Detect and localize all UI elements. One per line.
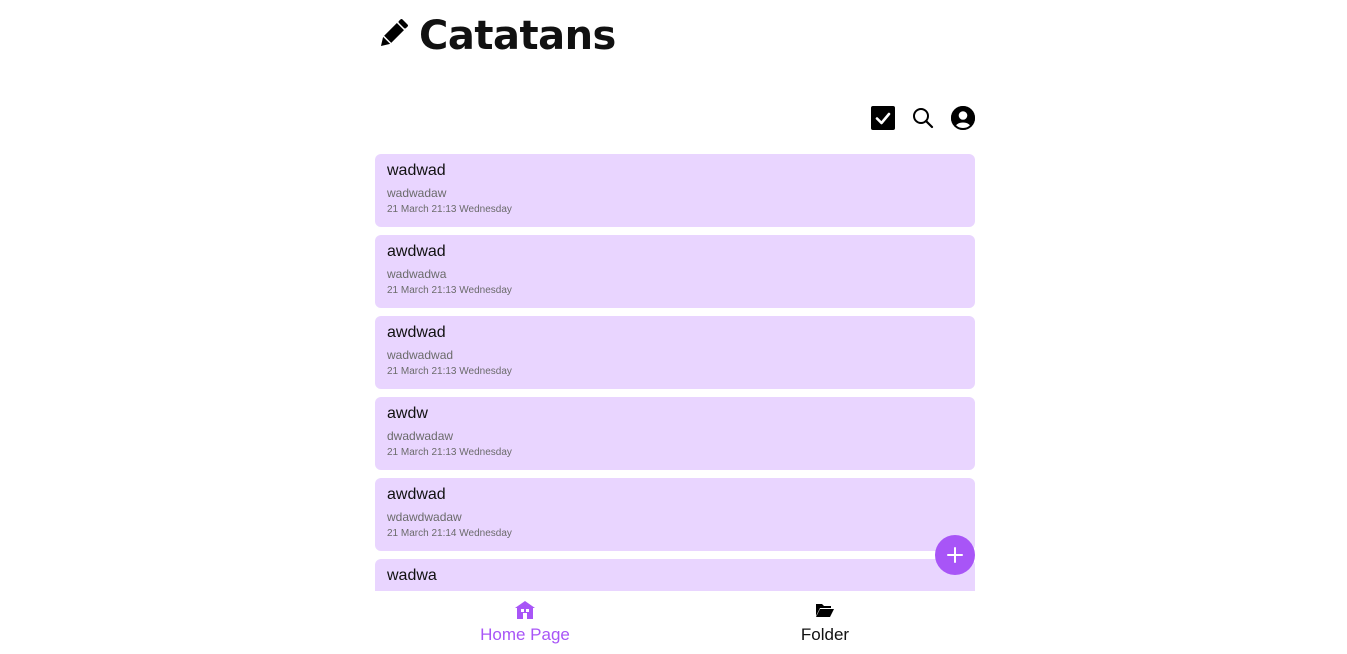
folder-open-icon (815, 601, 835, 619)
note-title: wadwa (387, 567, 437, 584)
note-title: wadwad (387, 162, 446, 179)
note-title: awdwad (387, 486, 446, 503)
nav-home-page[interactable]: Home Page (375, 591, 675, 654)
note-body: wadwadaw (387, 186, 447, 200)
note-body: wdawdwadaw (387, 510, 462, 524)
add-note-button[interactable] (935, 535, 975, 575)
user-account-icon (951, 106, 975, 130)
notes-list: wadwad wadwadaw 21 March 21:13 Wednesday… (375, 154, 975, 591)
nav-folder[interactable]: Folder (675, 591, 975, 654)
note-card[interactable]: wadwa (375, 559, 975, 591)
app-title: Catatans (419, 13, 616, 59)
note-date: 21 March 21:13 Wednesday (387, 285, 512, 296)
note-body: dwadwadaw (387, 429, 454, 443)
bottom-nav: Home Page Folder (375, 591, 975, 654)
note-date: 21 March 21:14 Wednesday (387, 528, 512, 539)
note-card[interactable]: wadwad wadwadaw 21 March 21:13 Wednesday (375, 154, 975, 227)
note-title: awdwad (387, 324, 446, 341)
pencil-icon (375, 16, 419, 57)
nav-home-label: Home Page (480, 625, 570, 644)
checkbox-button[interactable] (871, 106, 895, 130)
note-card[interactable]: awdwad wadwadwa 21 March 21:13 Wednesday (375, 235, 975, 308)
app-header: Catatans (375, 10, 616, 62)
note-date: 21 March 21:13 Wednesday (387, 447, 512, 458)
note-date: 21 March 21:13 Wednesday (387, 204, 512, 215)
note-date: 21 March 21:13 Wednesday (387, 366, 512, 377)
home-icon (515, 601, 535, 619)
checkbox-icon (871, 106, 895, 130)
plus-icon (947, 547, 963, 563)
note-card[interactable]: awdwad wadwadwad 21 March 21:13 Wednesda… (375, 316, 975, 389)
search-icon (913, 108, 934, 129)
app-root: Catatans wadwad wadwadaw 21 March 21:13 … (375, 0, 975, 654)
note-title: awdw (387, 405, 428, 422)
account-button[interactable] (951, 106, 975, 130)
toolbar (871, 104, 975, 132)
note-card[interactable]: awdwad wdawdwadaw 21 March 21:14 Wednesd… (375, 478, 975, 551)
search-button[interactable] (911, 106, 935, 130)
note-card[interactable]: awdw dwadwadaw 21 March 21:13 Wednesday (375, 397, 975, 470)
nav-folder-label: Folder (800, 625, 850, 644)
note-body: wadwadwa (387, 267, 447, 281)
note-body: wadwadwad (387, 348, 454, 362)
note-title: awdwad (387, 243, 446, 260)
